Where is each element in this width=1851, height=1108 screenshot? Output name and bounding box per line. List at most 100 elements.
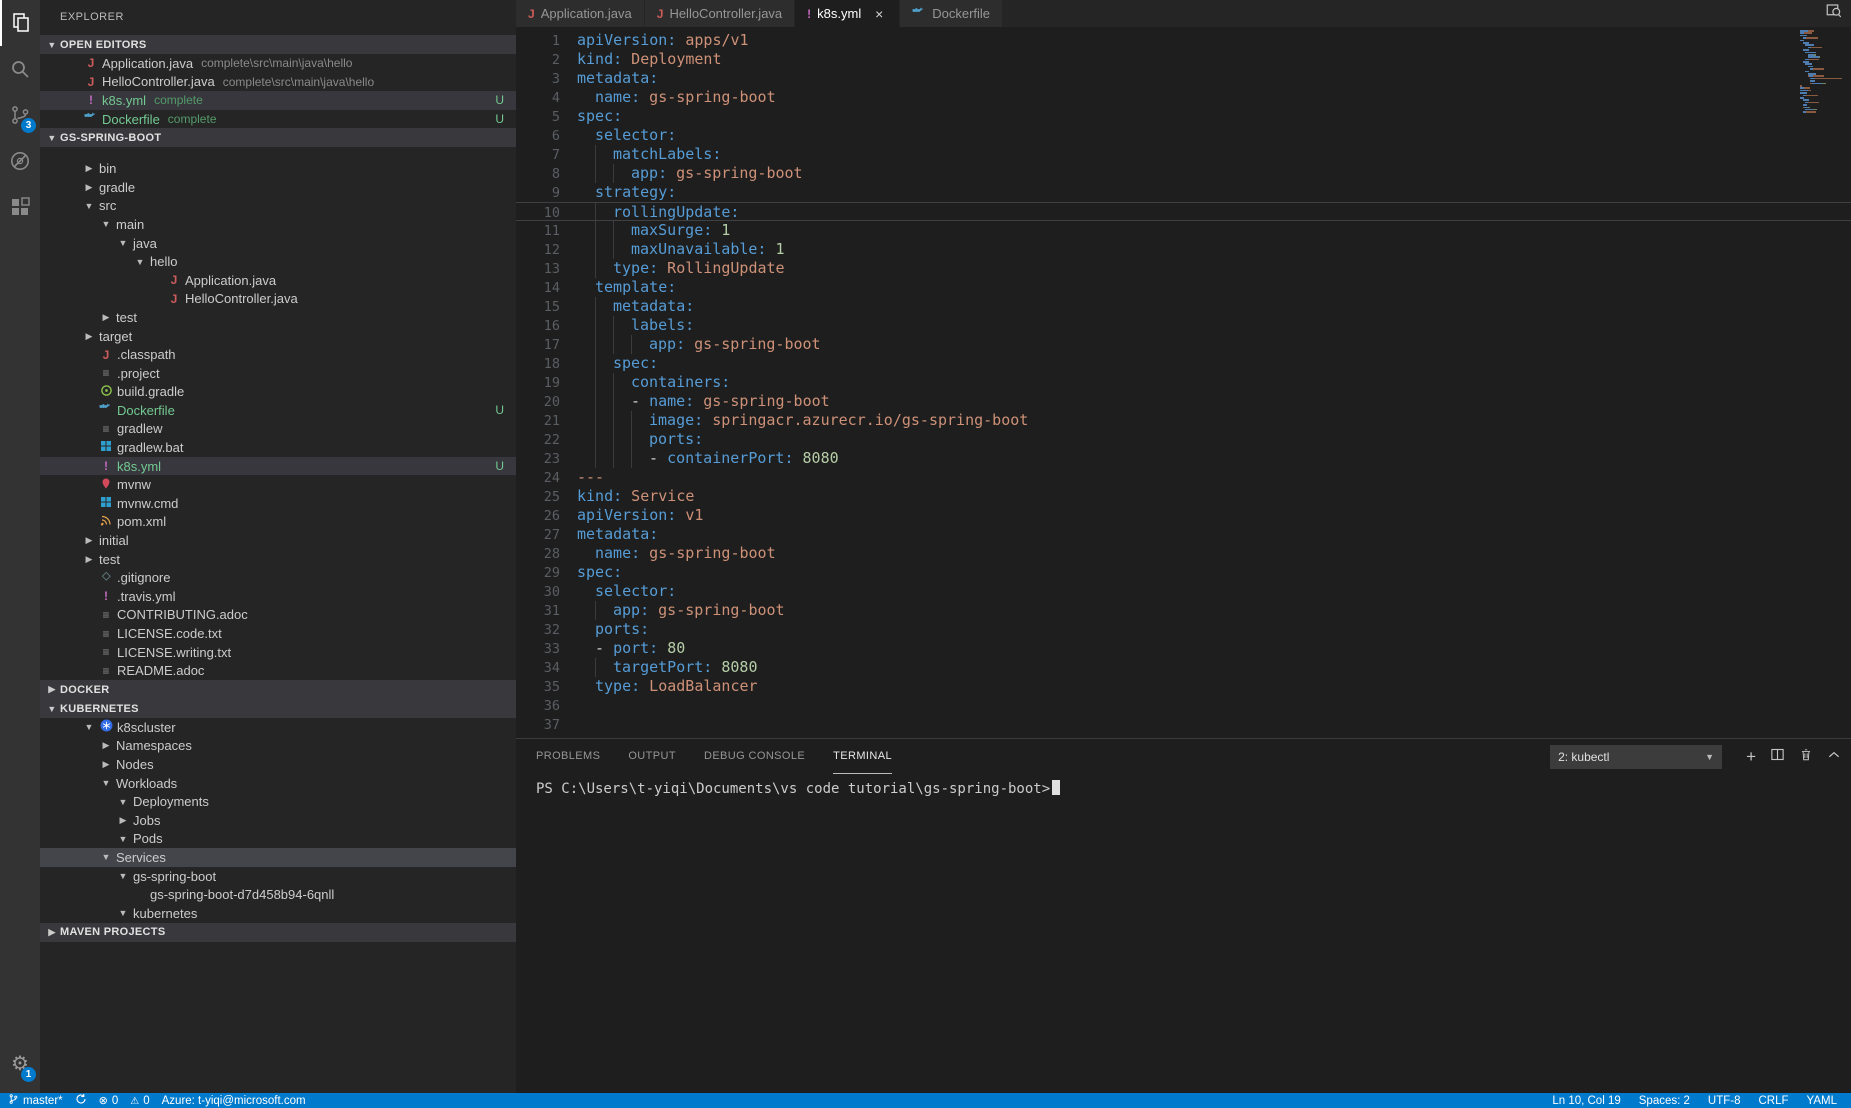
status-azure-account[interactable]: Azure: t-yiqi@microsoft.com	[162, 1095, 306, 1107]
tree-row-mvnw[interactable]: mvnw	[40, 475, 516, 494]
status-eol[interactable]: CRLF	[1759, 1095, 1789, 1107]
tree-row-test[interactable]: ▶test	[40, 308, 516, 327]
tab-dockerfile[interactable]: Dockerfile	[900, 0, 1003, 27]
status-sync[interactable]	[75, 1093, 87, 1108]
panel-tab-debug-console[interactable]: DEBUG CONSOLE	[704, 739, 805, 774]
status-cursor-position[interactable]: Ln 10, Col 19	[1552, 1095, 1620, 1107]
plus-icon: +	[1746, 747, 1756, 767]
tree-row-k8scluster[interactable]: ▼k8scluster	[40, 718, 516, 737]
tree-row-dockerfile[interactable]: DockerfileU	[40, 401, 516, 420]
tree-row-initial[interactable]: ▶initial	[40, 531, 516, 550]
code-line-10: 10rollingUpdate:	[516, 202, 1851, 221]
activitybar-search[interactable]	[0, 46, 40, 92]
activitybar-extensions[interactable]	[0, 184, 40, 230]
text-icon: ≡	[97, 627, 115, 641]
minimap[interactable]	[1800, 30, 1848, 118]
terminal-selector[interactable]: 2: kubectl ▼	[1550, 745, 1722, 769]
terminal-output[interactable]: PS C:\Users\t-yiqi\Documents\vs code tut…	[516, 774, 1851, 797]
tree-row-gradlew[interactable]: ≡gradlew	[40, 420, 516, 439]
tree-row-pom-xml[interactable]: pom.xml	[40, 513, 516, 532]
section-kubernetes[interactable]: ▼ KUBERNETES	[40, 699, 516, 718]
tree-row-gradle[interactable]: ▶gradle	[40, 178, 516, 197]
tree-row--gitignore[interactable]: .gitignore	[40, 568, 516, 587]
tab-hellocontroller-java[interactable]: JHelloController.java	[645, 0, 795, 27]
activitybar-debug[interactable]	[0, 138, 40, 184]
tree-row-build-gradle[interactable]: build.gradle	[40, 383, 516, 402]
code-line-4: 4name: gs-spring-boot	[516, 88, 1851, 107]
new-terminal-button[interactable]: +	[1746, 747, 1756, 767]
panel-header: PROBLEMS OUTPUT DEBUG CONSOLE TERMINAL 2: k…	[516, 739, 1851, 774]
tree-row-namespaces[interactable]: ▶Namespaces	[40, 737, 516, 756]
tree-row-java[interactable]: ▼java	[40, 234, 516, 253]
tree-row-pods[interactable]: ▼Pods	[40, 830, 516, 849]
tree-row-main[interactable]: ▼main	[40, 215, 516, 234]
tree-row--project[interactable]: ≡.project	[40, 364, 516, 383]
status-bar: master* ⊗0 ⚠0 Azure: t-yiqi@microsoft.com L…	[0, 1093, 1851, 1108]
close-icon[interactable]: ×	[871, 6, 887, 22]
open-editor-item[interactable]: JHelloController.javacomplete\src\main\j…	[40, 73, 516, 92]
dropdown-caret-icon: ▼	[1705, 752, 1714, 762]
status-encoding[interactable]: UTF-8	[1708, 1095, 1741, 1107]
split-terminal-button[interactable]	[1770, 747, 1785, 766]
tree-row-gs-spring-boot-d7d458b94-6qnll[interactable]: gs-spring-boot-d7d458b94-6qnll	[40, 885, 516, 904]
tree-row-mvnw-cmd[interactable]: mvnw.cmd	[40, 494, 516, 513]
git-status-badge: U	[495, 403, 504, 417]
tree-row-target[interactable]: ▶target	[40, 327, 516, 346]
tree-row-hellocontroller-java[interactable]: JHelloController.java	[40, 290, 516, 309]
preview-icon[interactable]	[1825, 2, 1843, 25]
section-project[interactable]: ▼ GS-SPRING-BOOT	[40, 128, 516, 147]
tree-row-application-java[interactable]: JApplication.java	[40, 271, 516, 290]
k8s-icon	[97, 719, 115, 735]
tab-application-java[interactable]: JApplication.java	[516, 0, 645, 27]
section-maven[interactable]: ▶ MAVEN PROJECTS	[40, 923, 516, 942]
code-line-7: 7matchLabels:	[516, 145, 1851, 164]
activitybar-settings[interactable]: ⚙1	[0, 1041, 40, 1087]
tab-k8s-yml[interactable]: !k8s.yml×	[795, 0, 900, 27]
tree-row-k8s-yml[interactable]: !k8s.ymlU	[40, 457, 516, 476]
tree-row-nodes[interactable]: ▶Nodes	[40, 755, 516, 774]
tree-row--travis-yml[interactable]: !.travis.yml	[40, 587, 516, 606]
kill-terminal-button[interactable]	[1799, 747, 1813, 766]
section-docker[interactable]: ▶ DOCKER	[40, 680, 516, 699]
tree-row-license-code-txt[interactable]: ≡LICENSE.code.txt	[40, 624, 516, 643]
open-editor-item[interactable]: JApplication.javacomplete\src\main\java\…	[40, 54, 516, 73]
tree-row-gs-spring-boot[interactable]: ▼gs-spring-boot	[40, 867, 516, 886]
panel-tab-problems[interactable]: PROBLEMS	[536, 739, 600, 774]
panel-tab-terminal[interactable]: TERMINAL	[833, 739, 892, 774]
tree-row-jobs[interactable]: ▶Jobs	[40, 811, 516, 830]
status-git-branch[interactable]: master*	[8, 1093, 63, 1108]
code-line-6: 6selector:	[516, 126, 1851, 145]
code-line-17: 17app: gs-spring-boot	[516, 335, 1851, 354]
docker-icon	[912, 6, 926, 22]
tree-row-workloads[interactable]: ▼Workloads	[40, 774, 516, 793]
tree-row-readme-adoc[interactable]: ≡README.adoc	[40, 661, 516, 680]
tree-row--classpath[interactable]: J.classpath	[40, 345, 516, 364]
tree-row-license-writing-txt[interactable]: ≡LICENSE.writing.txt	[40, 643, 516, 662]
tree-row-hello[interactable]: ▼hello	[40, 252, 516, 271]
maximize-panel-button[interactable]	[1827, 748, 1841, 766]
tree-row-kubernetes[interactable]: ▼kubernetes	[40, 904, 516, 923]
tree-row-contributing-adoc[interactable]: ≡CONTRIBUTING.adoc	[40, 606, 516, 625]
panel-tab-output[interactable]: OUTPUT	[628, 739, 676, 774]
activitybar-explorer[interactable]	[0, 0, 40, 46]
tree-row-gradlew-bat[interactable]: gradlew.bat	[40, 438, 516, 457]
status-language-mode[interactable]: YAML	[1807, 1095, 1837, 1107]
status-indentation[interactable]: Spaces: 2	[1639, 1095, 1690, 1107]
code-line-22: 22ports:	[516, 430, 1851, 449]
chevron-up-icon	[1827, 748, 1841, 766]
tree-row-test[interactable]: ▶test	[40, 550, 516, 569]
tree-row-bin[interactable]: ▶bin	[40, 159, 516, 178]
debug-icon	[8, 149, 32, 173]
activitybar-source-control[interactable]: 3	[0, 92, 40, 138]
yaml-icon: !	[82, 93, 100, 107]
badge: 1	[21, 1067, 36, 1082]
section-open-editors[interactable]: ▼ OPEN EDITORS	[40, 35, 516, 54]
status-errors[interactable]: ⊗0	[99, 1094, 119, 1107]
open-editor-item[interactable]: DockerfilecompleteU	[40, 110, 516, 129]
open-editor-item[interactable]: !k8s.ymlcompleteU	[40, 91, 516, 110]
tree-row-src[interactable]: ▼src	[40, 197, 516, 216]
tree-row-services[interactable]: ▼Services	[40, 848, 516, 867]
tree-row-deployments[interactable]: ▼Deployments	[40, 792, 516, 811]
status-warnings[interactable]: ⚠0	[130, 1095, 149, 1107]
code-editor[interactable]: 1apiVersion: apps/v12kind: Deployment3me…	[516, 27, 1851, 738]
